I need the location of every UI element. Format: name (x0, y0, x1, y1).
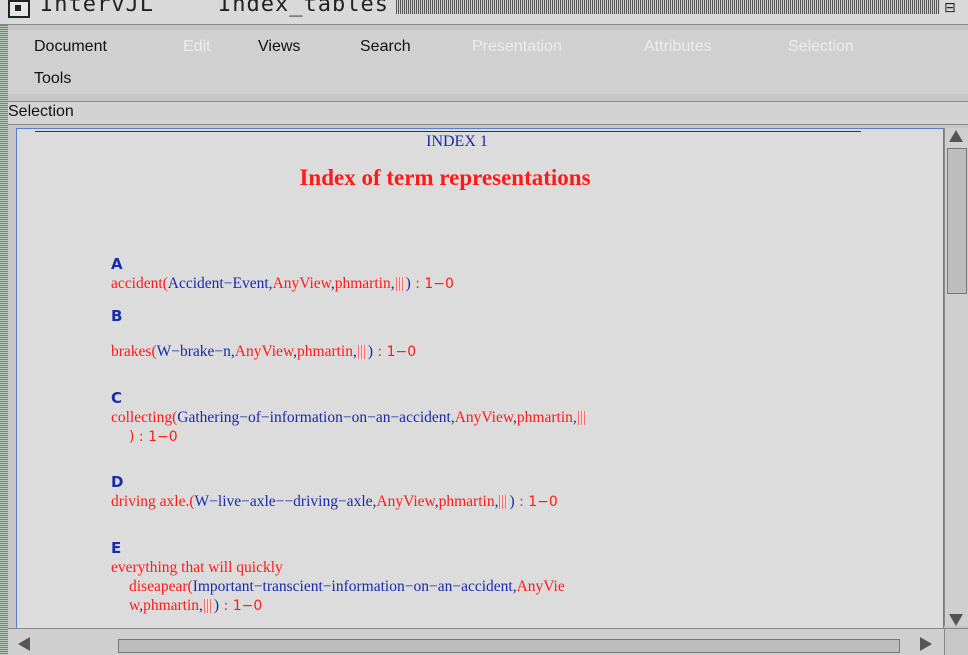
index-label: INDEX 1 (426, 133, 488, 150)
entry-term[interactable]: driving axle.( (111, 493, 195, 510)
entry-count: : 1−0 (219, 598, 263, 614)
entry-view[interactable]: AnyView (455, 409, 513, 426)
entry-user[interactable]: phmartin (297, 343, 353, 360)
title-bar-drag-area[interactable] (396, 0, 940, 14)
section-letter-b: B (111, 307, 123, 325)
document-title-heading: Index of term representations (299, 165, 591, 190)
entry-view-cont[interactable]: w (129, 597, 139, 614)
section-letter-d: D (111, 473, 124, 491)
page-top-rule (35, 131, 861, 132)
entry-term-prefix[interactable]: everything that will quickly (111, 559, 283, 576)
menu-search[interactable]: Search (360, 38, 411, 56)
entry-term[interactable]: diseapear( (129, 578, 193, 595)
placeholder-mark-icon (203, 599, 213, 614)
vertical-scrollbar[interactable] (944, 128, 968, 626)
scroll-up-icon[interactable] (949, 130, 963, 142)
placeholder-mark-icon (357, 345, 367, 360)
menu-tools[interactable]: Tools (34, 70, 71, 88)
menu-attributes: Attributes (644, 38, 712, 55)
entry-view[interactable]: AnyView (376, 493, 434, 510)
horizontal-scroll-thumb[interactable] (118, 639, 900, 653)
index-entry-everything-line1[interactable]: everything that will quickly (111, 559, 283, 577)
entry-view[interactable]: AnyView (235, 343, 293, 360)
section-letter-c: C (111, 389, 123, 407)
menu-selection: Selection (788, 38, 854, 55)
selection-label: Selection (8, 103, 74, 120)
entry-concept[interactable]: W−brake−n (157, 343, 231, 360)
entry-term[interactable]: accident( (111, 275, 168, 292)
index-entry-accident[interactable]: accident(Accident−Event,AnyView,phmartin… (111, 275, 454, 293)
entry-user[interactable]: phmartin (517, 409, 573, 426)
entry-count: : 1−0 (410, 276, 454, 292)
document-view[interactable]: INDEX 1 Index of term representations A … (16, 128, 944, 630)
window-left-border (0, 0, 8, 654)
entry-concept[interactable]: Important−transcient−information−on−an−a… (193, 578, 513, 595)
entry-view[interactable]: AnyVie (517, 578, 565, 595)
index-entry-collecting[interactable]: collecting(Gathering−of−information−on−a… (111, 409, 588, 427)
entry-concept[interactable]: W−live−axle−−driving−axle (195, 493, 373, 510)
scrollbar-corner (944, 628, 968, 655)
menu-views[interactable]: Views (258, 38, 300, 56)
scroll-left-icon[interactable] (18, 637, 30, 651)
entry-user[interactable]: phmartin (143, 597, 199, 614)
maximize-icon[interactable]: ⊟ (944, 0, 968, 16)
menu-edit: Edit (183, 38, 211, 55)
menu-bar: Document Edit Views Search Presentation … (8, 30, 968, 94)
section-letter-a: A (111, 255, 123, 273)
window-menu-icon (15, 5, 21, 11)
scroll-down-icon[interactable] (949, 614, 963, 626)
index-entry-driving-axle[interactable]: driving axle.(W−live−axle−−driving−axle,… (111, 493, 558, 511)
entry-term[interactable]: brakes( (111, 343, 157, 360)
window-menu-button[interactable] (8, 0, 30, 18)
entry-concept[interactable]: Gathering−of−information−on−an−accident (177, 409, 451, 426)
vertical-scroll-thumb[interactable] (947, 148, 967, 294)
scroll-right-icon[interactable] (920, 637, 932, 651)
entry-concept[interactable]: Accident−Event (168, 275, 269, 292)
entry-count: : 1−0 (514, 494, 558, 510)
placeholder-mark-icon (577, 411, 587, 426)
entry-count: : 1−0 (373, 344, 417, 360)
placeholder-mark-icon (395, 277, 405, 292)
horizontal-scrollbar[interactable] (8, 628, 944, 655)
document-title: Index_tables (218, 0, 389, 17)
index-entry-everything-line2[interactable]: diseapear(Important−transcient−informati… (129, 578, 565, 596)
entry-term[interactable]: collecting( (111, 409, 177, 426)
menu-document[interactable]: Document (34, 38, 107, 56)
entry-user[interactable]: phmartin (439, 493, 495, 510)
entry-count: ) : 1−0 (129, 429, 178, 445)
entry-view[interactable]: AnyView (273, 275, 331, 292)
index-entry-brakes[interactable]: brakes(W−brake−n,AnyView,phmartin,) : 1−… (111, 343, 416, 361)
application-window: IntervJL Index_tables ⊟ Document Edit Vi… (0, 0, 968, 655)
placeholder-mark-icon (499, 495, 509, 510)
title-bar[interactable]: IntervJL Index_tables ⊟ (0, 0, 968, 25)
index-entry-everything-line3[interactable]: w,phmartin,) : 1−0 (129, 597, 262, 615)
index-entry-collecting-cont: ) : 1−0 (129, 428, 178, 446)
section-letter-e: E (111, 539, 122, 557)
app-title: IntervJL (40, 0, 154, 17)
menu-presentation: Presentation (472, 38, 562, 55)
entry-user[interactable]: phmartin (335, 275, 391, 292)
selection-bar: Selection (8, 101, 968, 125)
